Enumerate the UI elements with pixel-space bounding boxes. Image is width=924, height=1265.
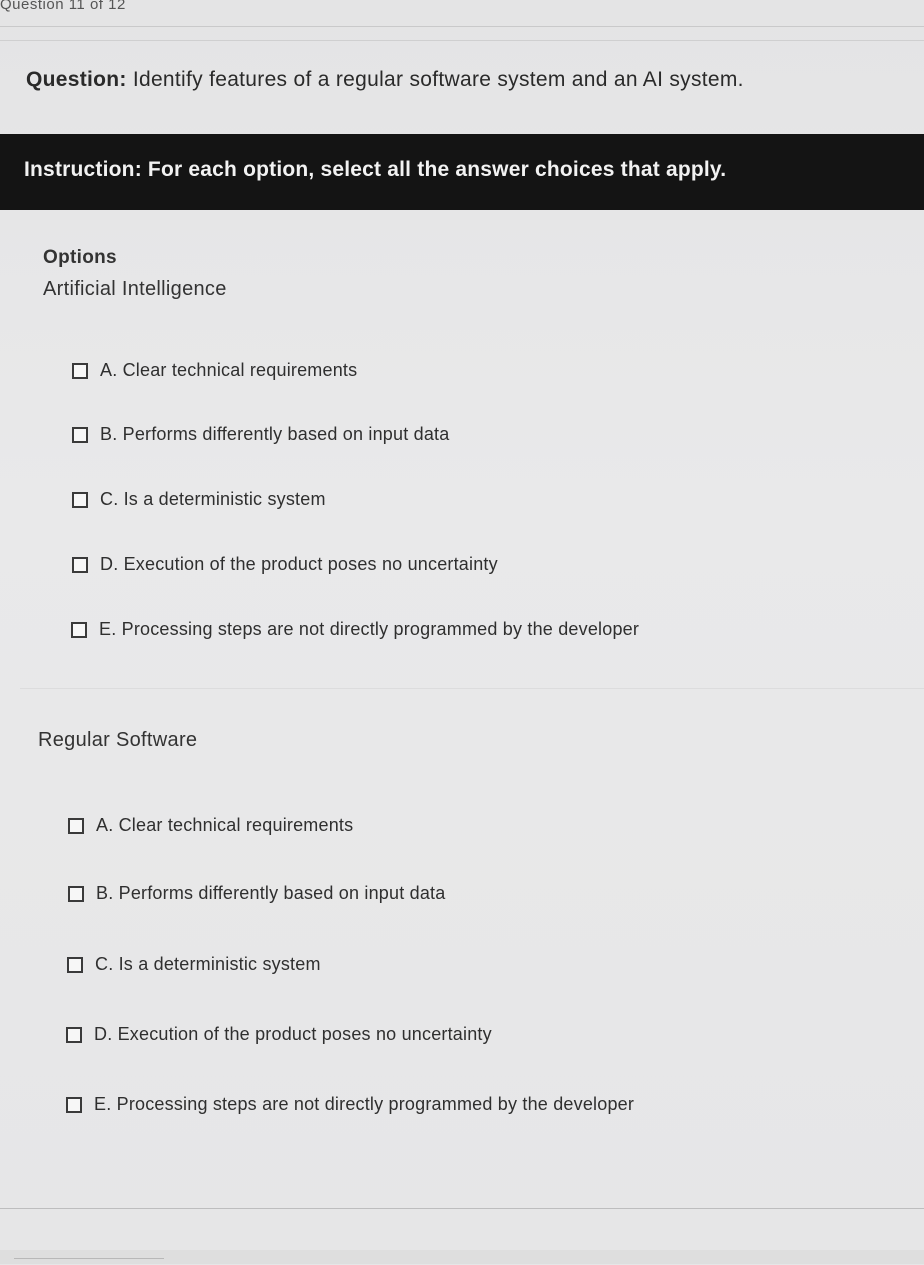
checkbox[interactable]	[72, 362, 88, 379]
footer-divider	[0, 1208, 924, 1209]
question-text: Identify features of a regular software …	[126, 68, 744, 91]
header-divider	[0, 40, 924, 41]
checkbox[interactable]	[66, 1096, 82, 1113]
choice-label: C. Is a deterministic system	[100, 489, 326, 509]
group-title-regular-software: Regular Software	[38, 729, 198, 751]
choice-label: B. Performs differently based on input d…	[96, 883, 446, 903]
group-divider	[20, 688, 924, 689]
rs-choice-b[interactable]: B. Performs differently based on input d…	[68, 883, 445, 904]
rs-choice-c[interactable]: C. Is a deterministic system	[67, 954, 321, 975]
rs-choice-a[interactable]: A. Clear technical requirements	[68, 815, 353, 836]
quiz-header: Question 11 of 12	[0, 0, 924, 27]
checkbox[interactable]	[68, 817, 84, 834]
choice-label: D. Execution of the product poses no unc…	[94, 1024, 492, 1044]
options-heading: Options	[43, 247, 117, 268]
ai-choice-a[interactable]: A. Clear technical requirements	[72, 360, 357, 381]
rs-choice-d[interactable]: D. Execution of the product poses no unc…	[66, 1024, 492, 1045]
ai-choice-c[interactable]: C. Is a deterministic system	[72, 489, 326, 510]
quiz-page: Question 11 of 12 Question: Identify fea…	[0, 0, 924, 1264]
checkbox[interactable]	[72, 426, 88, 443]
choice-label: C. Is a deterministic system	[95, 954, 321, 974]
question-prompt: Question: Identify features of a regular…	[26, 68, 744, 92]
question-progress: Question 11 of 12	[0, 0, 126, 13]
group-title-artificial-intelligence: Artificial Intelligence	[43, 278, 227, 300]
choice-label: A. Clear technical requirements	[96, 815, 354, 835]
rs-choice-e[interactable]: E. Processing steps are not directly pro…	[66, 1094, 634, 1115]
checkbox[interactable]	[71, 621, 87, 638]
question-label: Question:	[26, 68, 127, 91]
choice-label: B. Performs differently based on input d…	[100, 424, 450, 444]
choice-label: E. Processing steps are not directly pro…	[94, 1094, 635, 1114]
checkbox[interactable]	[72, 556, 88, 573]
choice-label: D. Execution of the product poses no unc…	[100, 554, 498, 574]
ai-choice-d[interactable]: D. Execution of the product poses no unc…	[72, 554, 498, 575]
ai-choice-b[interactable]: B. Performs differently based on input d…	[72, 424, 449, 445]
checkbox[interactable]	[72, 491, 88, 508]
instruction-text: Instruction: For each option, select all…	[24, 158, 727, 181]
checkbox[interactable]	[67, 956, 83, 973]
choice-label: A. Clear technical requirements	[100, 360, 358, 380]
checkbox[interactable]	[66, 1026, 82, 1043]
checkbox[interactable]	[68, 885, 84, 902]
choice-label: E. Processing steps are not directly pro…	[99, 619, 640, 639]
ai-choice-e[interactable]: E. Processing steps are not directly pro…	[71, 619, 639, 640]
instruction-banner: Instruction: For each option, select all…	[0, 134, 924, 210]
